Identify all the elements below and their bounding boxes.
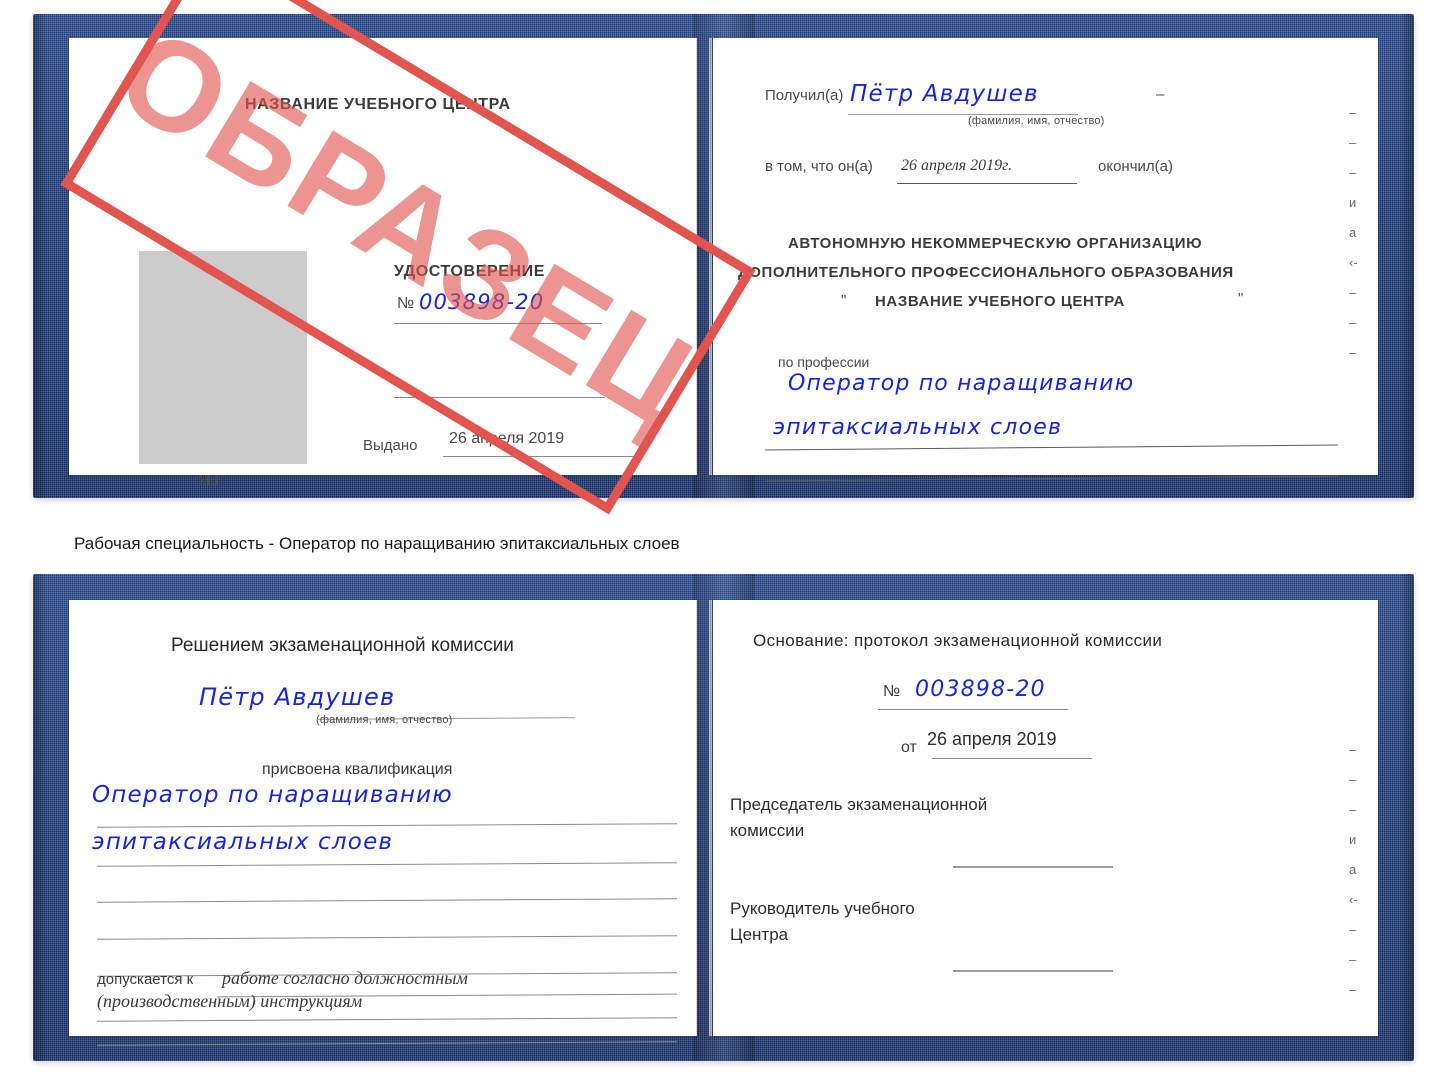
protocol-from-label: от <box>901 739 917 756</box>
organization-line-1: АВТОНОМНУЮ НЕКОММЕРЧЕСКУЮ ОРГАНИЗАЦИЮ <box>788 235 1203 252</box>
edge-fragment: – <box>1349 315 1357 330</box>
edge-fragments-bottom: – – – и а ‹- – – – <box>1349 735 1358 1005</box>
profession-label: по профессии <box>778 354 870 370</box>
photo-placeholder <box>139 251 307 464</box>
qualification-rule-3 <box>97 898 677 903</box>
edge-fragment: – <box>1349 285 1357 300</box>
qualification-rule-4 <box>97 935 677 940</box>
edge-fragment: а <box>1349 862 1357 877</box>
profession-rule-1 <box>765 444 1338 451</box>
head-line-2: Центра <box>730 925 789 944</box>
admitted-label: допускается к <box>97 971 194 988</box>
that-label: в том, что он(а) <box>765 158 873 175</box>
profession-line-2: эпитаксиальных слоев <box>773 415 1063 440</box>
qualification-label: присвоена квалификация <box>262 761 453 778</box>
received-dash: – <box>1156 86 1165 103</box>
edge-fragment: ‹- <box>1349 255 1358 270</box>
protocol-from-rule <box>932 758 1092 759</box>
admitted-rule-2 <box>97 1017 677 1022</box>
document-type-label: УДОСТОВЕРЕНИЕ <box>394 263 546 280</box>
number-symbol-top: № <box>397 295 415 312</box>
edge-fragment: – <box>1349 345 1357 360</box>
admitted-line-1: работе согласно должностным <box>222 968 468 988</box>
blank-rule-top-1 <box>394 397 605 398</box>
edge-fragment: – <box>1349 982 1357 997</box>
seal-label: М.П. <box>198 472 230 489</box>
edge-fragment: ‹- <box>1349 892 1358 907</box>
edge-fragment: – <box>1349 135 1357 150</box>
chairman-line-1: Председатель экзаменационной <box>730 795 988 814</box>
page-caption: Рабочая специальность - Оператор по нара… <box>74 534 680 553</box>
profession-line-1: Оператор по наращиванию <box>788 371 1135 396</box>
received-label: Получил(а) <box>765 87 844 104</box>
edge-fragment: – <box>1349 165 1357 180</box>
edge-fragment: – <box>1349 742 1357 757</box>
qualification-line-2: эпитаксиальных слоев <box>92 829 394 855</box>
edge-fragment: и <box>1349 195 1357 210</box>
protocol-number-symbol: № <box>883 683 901 700</box>
qualification-rule-2 <box>97 862 677 867</box>
edge-fragment: и <box>1349 832 1357 847</box>
certificate-bottom: Решением экзаменационной комиссии Пётр А… <box>33 574 1414 1061</box>
decision-title: Решением экзаменационной комиссии <box>171 635 514 656</box>
edge-fragment: – <box>1349 772 1357 787</box>
fio-hint-bottom: (фамилия, имя, отчество) <box>316 714 453 726</box>
issued-date: 26 апреля 2019 <box>449 430 565 447</box>
certificate-bottom-fold <box>709 600 712 1036</box>
admitted-line-2: (производственным) инструкциям <box>97 991 363 1011</box>
training-center-name-top: НАЗВАНИЕ УЧЕБНОГО ЦЕНТРА <box>245 96 511 113</box>
edge-fragment: – <box>1349 952 1357 967</box>
page-top-left: НАЗВАНИЕ УЧЕБНОГО ЦЕНТРА УДОСТОВЕРЕНИЕ №… <box>69 38 697 489</box>
page-bottom-left: Решением экзаменационной комиссии Пётр А… <box>69 600 697 1046</box>
received-name: Пётр Авдушев <box>850 81 1039 107</box>
finished-label: окончил(а) <box>1098 158 1173 175</box>
certificate-top: НАЗВАНИЕ УЧЕБНОГО ЦЕНТРА УДОСТОВЕРЕНИЕ №… <box>33 14 1414 498</box>
protocol-number-value: 003898-20 <box>915 677 1046 702</box>
protocol-from-date: 26 апреля 2019 <box>927 729 1057 749</box>
qualification-line-1: Оператор по наращиванию <box>92 782 453 808</box>
page-bottom-right: Основание: протокол экзаменационной коми… <box>713 600 1378 1036</box>
basis-label: Основание: протокол экзаменационной коми… <box>753 631 1163 650</box>
edge-fragment: – <box>1349 105 1357 120</box>
edge-fragments-top: – – – и а ‹- – – – <box>1349 98 1358 368</box>
student-name-bottom: Пётр Авдушев <box>199 683 396 711</box>
quote-open: " <box>841 292 847 309</box>
head-signature-rule <box>953 970 1113 972</box>
issued-label: Выдано <box>363 437 418 454</box>
page-top-right: Получил(а) Пётр Авдушев (фамилия, имя, о… <box>713 38 1378 482</box>
fio-hint-top: (фамилия, имя, отчество) <box>968 115 1105 127</box>
organization-line-2: ДОПОЛНИТЕЛЬНОГО ПРОФЕССИОНАЛЬНОГО ОБРАЗО… <box>738 264 1234 281</box>
edge-fragment: а <box>1349 225 1357 240</box>
edge-fragment: – <box>1349 922 1357 937</box>
protocol-number-rule <box>878 709 1068 710</box>
organization-line-3: НАЗВАНИЕ УЧЕБНОГО ЦЕНТРА <box>875 293 1125 310</box>
quote-close: " <box>1238 290 1244 307</box>
issued-rule <box>443 456 641 457</box>
qualification-rule-1 <box>97 823 677 828</box>
completion-date-rule <box>897 183 1077 184</box>
certificate-top-fold <box>709 38 712 475</box>
chairman-signature-rule <box>953 866 1113 868</box>
chairman-line-2: комиссии <box>730 821 805 840</box>
completion-date: 26 апреля 2019г. <box>901 157 1013 174</box>
edge-fragment: – <box>1349 802 1357 817</box>
number-rule-top <box>394 323 602 324</box>
head-line-1: Руководитель учебного <box>730 899 915 918</box>
certificate-number-top: 003898-20 <box>419 290 545 314</box>
